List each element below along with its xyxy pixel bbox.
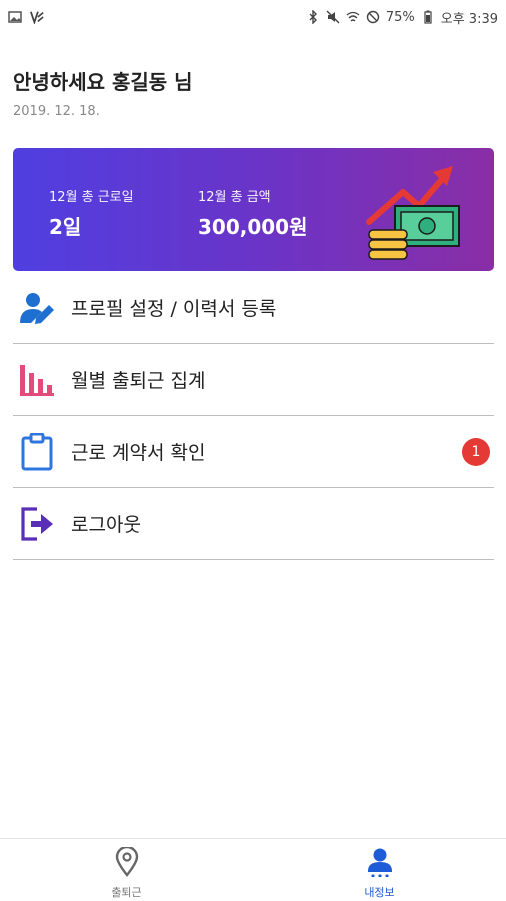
menu-item-contract[interactable]: 근로 계약서 확인 1 [13, 416, 494, 488]
bottom-tab-bar: 출퇴근 내정보 [0, 838, 506, 901]
work-days-label: 12월 총 근로일 [49, 190, 134, 205]
menu-item-profile[interactable]: 프로필 설정 / 이력서 등록 [13, 272, 494, 344]
menu-label-monthly-attendance: 월별 출퇴근 집계 [71, 370, 206, 392]
tab-label-attendance: 출퇴근 [111, 886, 142, 899]
status-bar: 75% 오후 3:39 [0, 0, 506, 34]
menu-label-contract: 근로 계약서 확인 [71, 442, 206, 464]
status-time: 오후 3:39 [440, 11, 498, 27]
user-icon [366, 847, 394, 881]
work-days-stat: 12월 총 근로일 2일 [49, 186, 134, 240]
tab-attendance[interactable]: 출퇴근 [0, 839, 253, 901]
menu-label-logout: 로그아웃 [71, 514, 141, 536]
total-amount-value: 300,000원 [198, 215, 308, 239]
monthly-summary-banner: 12월 총 근로일 2일 12월 총 금액 300,000원 [13, 148, 494, 271]
battery-percent: 75% [385, 9, 415, 25]
mute-icon [326, 10, 340, 24]
wifi-icon [346, 10, 360, 24]
menu-item-monthly-attendance[interactable]: 월별 출퇴근 집계 [13, 344, 494, 416]
battery-icon [421, 10, 435, 24]
gallery-icon [8, 10, 22, 24]
menu-item-logout[interactable]: 로그아웃 [13, 488, 494, 560]
money-growth-icon [363, 156, 475, 266]
bar-chart-icon [17, 360, 57, 400]
status-right: 75% 오후 3:39 [306, 8, 498, 27]
location-pin-icon [115, 845, 139, 881]
total-amount-label: 12월 총 금액 [198, 190, 271, 205]
tab-my-info[interactable]: 내정보 [253, 839, 506, 901]
bluetooth-icon [306, 10, 320, 24]
menu-label-profile: 프로필 설정 / 이력서 등록 [71, 298, 277, 320]
total-amount-stat: 12월 총 금액 300,000원 [198, 186, 308, 240]
user-edit-icon [17, 288, 57, 328]
work-days-value: 2일 [49, 215, 82, 239]
tab-label-my-info: 내정보 [364, 886, 395, 899]
no-disturb-icon [366, 10, 380, 24]
current-date: 2019. 12. 18. [13, 104, 100, 119]
logout-icon [17, 504, 57, 544]
greeting-title: 안녕하세요 홍길동 님 [13, 70, 193, 94]
status-left [8, 10, 44, 24]
contract-notification-badge: 1 [462, 437, 490, 466]
my-info-menu: 프로필 설정 / 이력서 등록 월별 출퇴근 집계 근로 계약서 확인 1 로그… [13, 272, 494, 560]
clipboard-icon [17, 432, 57, 472]
v-app-icon [30, 10, 44, 24]
